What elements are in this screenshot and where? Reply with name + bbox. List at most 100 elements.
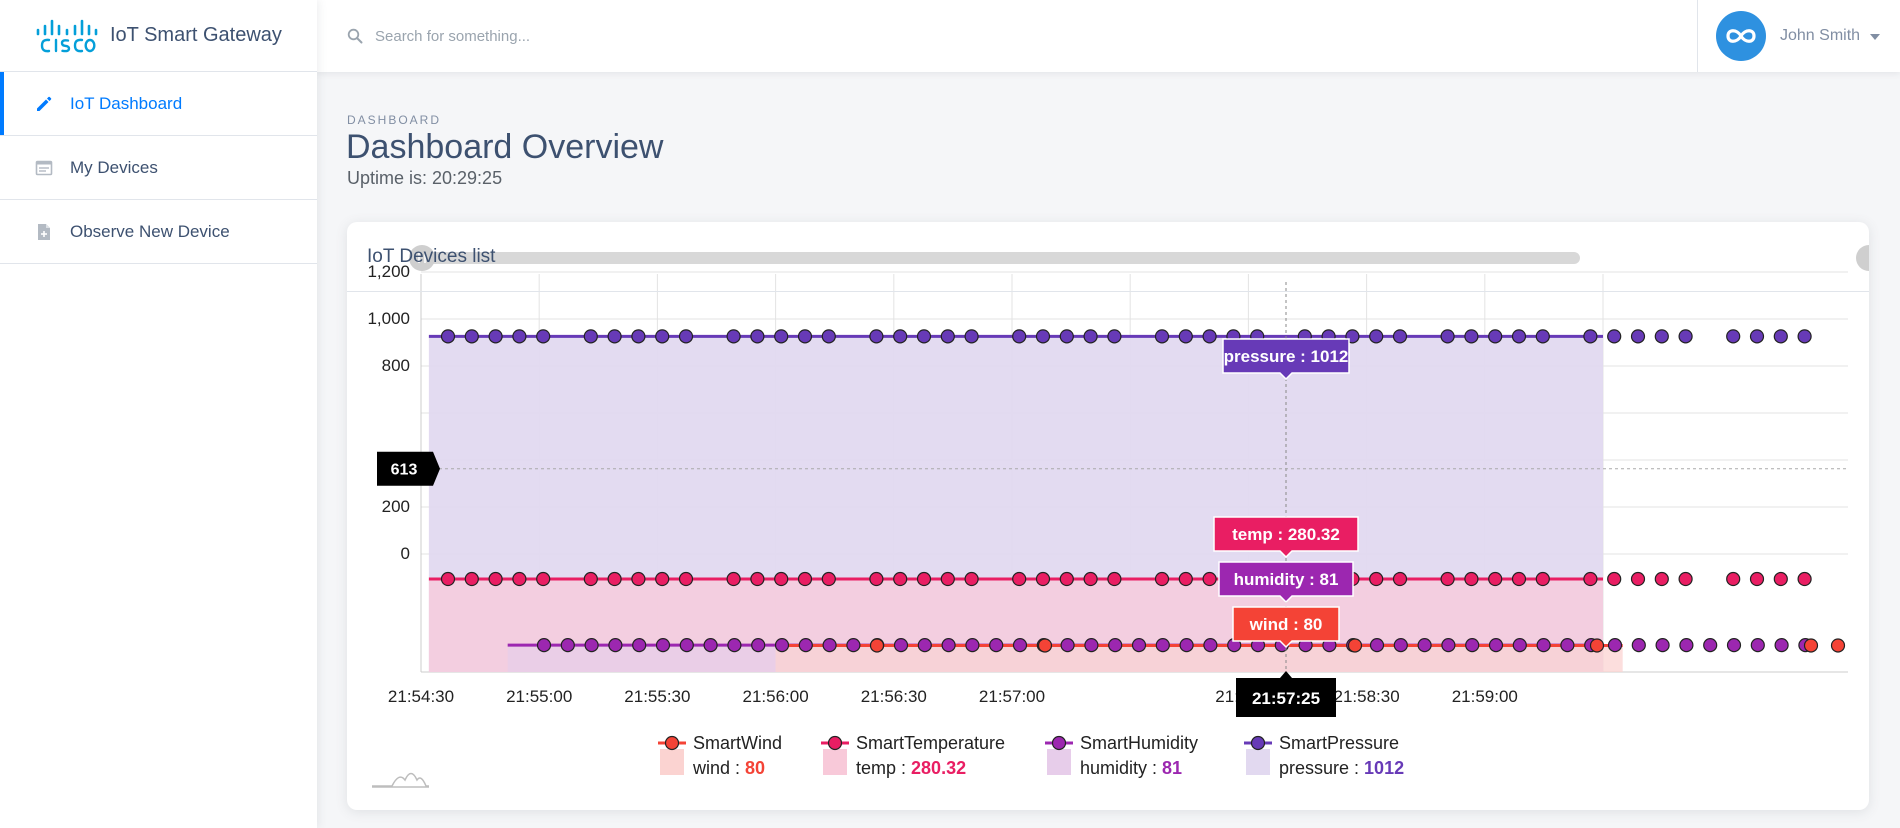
point-pressure bbox=[964, 329, 979, 344]
legend-value-label: wind : bbox=[692, 758, 745, 778]
legend-marker bbox=[1250, 735, 1266, 751]
point-pressure bbox=[916, 329, 932, 344]
point-humidity bbox=[774, 638, 790, 653]
point-temperature bbox=[1035, 571, 1051, 587]
point-humidity bbox=[1560, 638, 1575, 653]
point-pressure bbox=[655, 329, 670, 344]
point-humidity bbox=[1179, 638, 1194, 653]
point-humidity bbox=[1060, 638, 1075, 653]
point-pressure bbox=[1059, 329, 1074, 344]
point-humidity bbox=[655, 638, 671, 653]
x-tick-label: 21:56:00 bbox=[743, 687, 809, 706]
card-title-text: IoT Devices list bbox=[367, 245, 496, 267]
sidebar-item-label: Observe New Device bbox=[70, 221, 230, 241]
legend-name: SmartHumidity bbox=[1080, 733, 1198, 753]
legend-value-label: pressure : bbox=[1279, 758, 1364, 778]
point-humidity bbox=[584, 638, 599, 653]
point-wind bbox=[1589, 638, 1605, 653]
sidebar-item-iot-dashboard[interactable]: IoT Dashboard bbox=[0, 72, 317, 136]
point-pressure bbox=[1440, 329, 1455, 344]
point-humidity bbox=[1417, 638, 1432, 653]
point-pressure bbox=[1797, 329, 1812, 344]
sidebar-item-label: My Devices bbox=[70, 157, 158, 177]
point-humidity bbox=[703, 638, 718, 653]
point-humidity bbox=[1393, 638, 1408, 653]
point-pressure bbox=[607, 329, 622, 344]
tooltip-text: pressure : 1012 bbox=[1224, 347, 1349, 366]
point-temperature bbox=[1392, 571, 1408, 587]
brand[interactable]: IoT Smart Gateway bbox=[0, 0, 317, 72]
point-temperature bbox=[1511, 571, 1527, 587]
point-humidity bbox=[1441, 638, 1456, 653]
point-pressure bbox=[583, 329, 598, 344]
legend-name: SmartTemperature bbox=[856, 733, 1005, 753]
tooltip-humidity: humidity : 81 bbox=[1218, 561, 1354, 604]
point-pressure bbox=[797, 329, 813, 344]
y-tick-label: 800 bbox=[382, 356, 410, 375]
point-humidity bbox=[1607, 638, 1623, 653]
sidebar-item-observe-new-device[interactable]: Observe New Device bbox=[0, 200, 317, 264]
legend-marker bbox=[1051, 735, 1067, 751]
point-temperature bbox=[1369, 571, 1384, 587]
point-humidity bbox=[965, 638, 980, 653]
point-pressure bbox=[774, 329, 789, 344]
point-pressure bbox=[1178, 329, 1193, 344]
legend-swatch bbox=[1047, 749, 1071, 775]
point-humidity bbox=[1726, 638, 1742, 653]
legend-value-label: temp : bbox=[856, 758, 911, 778]
point-humidity bbox=[989, 638, 1004, 653]
legend-value-number: 280.32 bbox=[911, 758, 966, 778]
point-wind bbox=[869, 638, 885, 653]
point-temperature bbox=[512, 571, 527, 587]
x-tick-label: 21:56:30 bbox=[861, 687, 927, 706]
point-pressure bbox=[1678, 329, 1693, 344]
point-pressure bbox=[1607, 329, 1622, 344]
point-pressure bbox=[1726, 329, 1741, 344]
tooltip-text: wind : 80 bbox=[1249, 615, 1323, 634]
point-humidity bbox=[1012, 638, 1028, 653]
point-temperature bbox=[1535, 571, 1550, 587]
point-humidity bbox=[632, 638, 647, 653]
point-humidity bbox=[1155, 638, 1170, 653]
list-icon bbox=[35, 160, 53, 175]
point-humidity bbox=[751, 638, 766, 653]
legend-value-number: 80 bbox=[745, 758, 765, 778]
search-input[interactable] bbox=[375, 27, 975, 45]
point-wind bbox=[1803, 638, 1819, 653]
point-pressure bbox=[1773, 329, 1788, 344]
point-temperature bbox=[726, 571, 741, 587]
point-humidity bbox=[1774, 638, 1789, 653]
legend-item-temperature: SmartTemperature temp : 280.32 bbox=[821, 733, 1005, 778]
sidebar-item-my-devices[interactable]: My Devices bbox=[0, 136, 317, 200]
point-temperature bbox=[1488, 571, 1503, 587]
x-tick-label: 21:57:00 bbox=[979, 687, 1045, 706]
chevron-down-icon bbox=[1870, 34, 1881, 40]
point-temperature bbox=[1583, 571, 1598, 587]
point-humidity bbox=[1703, 638, 1718, 653]
legend-value: pressure : 1012 bbox=[1279, 758, 1404, 778]
point-humidity bbox=[1488, 638, 1504, 653]
point-temperature bbox=[1773, 571, 1788, 587]
legend-swatch bbox=[823, 749, 847, 775]
cisco-logo bbox=[36, 19, 98, 52]
point-temperature bbox=[583, 571, 598, 587]
x-tick-label: 21:58:30 bbox=[1334, 687, 1400, 706]
user-name: John Smith bbox=[1780, 27, 1861, 44]
point-temperature bbox=[1607, 571, 1622, 587]
point-humidity bbox=[822, 638, 837, 653]
point-temperature bbox=[940, 571, 955, 587]
point-pressure bbox=[1630, 329, 1646, 344]
point-humidity bbox=[1465, 638, 1480, 653]
iot-devices-card: 02004008001,0001,20061321:54:3021:55:002… bbox=[347, 222, 1869, 810]
point-humidity bbox=[893, 638, 909, 653]
x-tick-label: 21:55:00 bbox=[506, 687, 572, 706]
point-pressure bbox=[1488, 329, 1503, 344]
point-humidity bbox=[798, 638, 813, 653]
legend-value-label: humidity : bbox=[1080, 758, 1162, 778]
point-pressure bbox=[893, 329, 908, 344]
point-temperature bbox=[536, 571, 551, 587]
user-menu[interactable]: John Smith bbox=[1697, 0, 1900, 72]
point-temperature bbox=[750, 571, 765, 587]
pencil-icon bbox=[37, 96, 52, 111]
point-temperature bbox=[869, 571, 884, 587]
